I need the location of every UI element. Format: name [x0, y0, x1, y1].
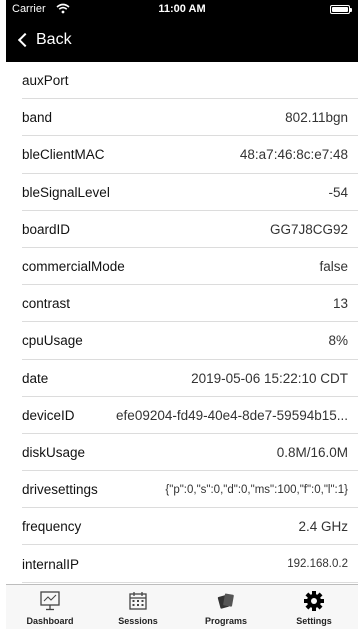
row-value: 0.8M/16.0M: [276, 444, 348, 460]
monitor-icon: [37, 590, 63, 612]
status-bar: Carrier 11:00 AM: [6, 0, 358, 20]
list-item[interactable]: cpuUsage 8%: [6, 322, 358, 360]
tab-label: Dashboard: [26, 616, 74, 626]
row-value: -54: [328, 184, 348, 200]
tab-label: Settings: [296, 616, 332, 626]
row-key: commercialMode: [22, 259, 125, 275]
row-value: 13: [332, 296, 348, 312]
row-value: 2.4 GHz: [298, 519, 348, 535]
row-value: GG7J8CG92: [269, 221, 348, 237]
tab-label: Sessions: [118, 616, 158, 626]
tab-programs[interactable]: Programs: [182, 585, 270, 629]
row-key: diskUsage: [22, 444, 86, 460]
gear-icon: [301, 590, 327, 612]
list-item[interactable]: internalIP 192.168.0.2: [6, 545, 358, 583]
phone-screen: Carrier 11:00 AM Back auxPort band 802.11…: [6, 0, 358, 629]
list-item[interactable]: frequency 2.4 GHz: [6, 508, 358, 546]
row-value: false: [319, 259, 348, 275]
row-key: date: [22, 370, 49, 386]
list-item[interactable]: band 802.11bgn: [6, 99, 358, 137]
list-item[interactable]: drivesettings {"p":0,"s":0,"d":0,"ms":100…: [6, 471, 358, 509]
list-item[interactable]: bleSignalLevel -54: [6, 174, 358, 211]
row-key: drivesettings: [22, 482, 98, 498]
row-key: band: [22, 110, 53, 126]
row-key: frequency: [22, 519, 82, 535]
row-value: 48:a7:46:8c:e7:48: [239, 147, 348, 163]
list-item[interactable]: deviceID efe09204-fd49-40e4-8de7-59594b15…: [6, 397, 358, 435]
list-item[interactable]: contrast 13: [6, 285, 358, 323]
chevron-left-icon: [17, 32, 33, 48]
row-key: cpuUsage: [22, 333, 83, 349]
list-item[interactable]: boardID GG7J8CG92: [6, 211, 358, 249]
back-button[interactable]: Back: [16, 31, 72, 49]
tab-label: Programs: [204, 616, 248, 626]
row-key: bleClientMAC: [22, 147, 105, 163]
row-value: 2019-05-06 15:22:10 CDT: [191, 370, 348, 386]
list-item[interactable]: date 2019-05-06 15:22:10 CDT: [6, 360, 358, 397]
row-value: efe09204-fd49-40e4-8de7-59594b15...: [116, 407, 348, 423]
row-key: internalIP: [22, 556, 80, 572]
row-value: {"p":0,"s":0,"d":0,"ms":100,"f":0,"l":1}: [165, 483, 348, 496]
tab-settings[interactable]: Settings: [270, 585, 358, 629]
list-item[interactable]: diskUsage 0.8M/16.0M: [6, 434, 358, 472]
row-key: bleSignalLevel: [22, 184, 110, 200]
list-item[interactable]: bleClientMAC 48:a7:46:8c:e7:48: [6, 136, 358, 174]
row-key: deviceID: [22, 407, 75, 423]
calendar-icon: [125, 590, 151, 612]
list-item[interactable]: commercialMode false: [6, 248, 358, 286]
tab-dashboard[interactable]: Dashboard: [6, 585, 94, 629]
row-value: 8%: [328, 333, 348, 349]
battery-icon: [330, 5, 352, 14]
settings-list[interactable]: auxPort band 802.11bgn bleClientMAC 48:a7:…: [6, 62, 358, 584]
row-key: auxPort: [22, 73, 69, 89]
status-time: 11:00 AM: [158, 3, 206, 15]
list-item[interactable]: auxPort: [6, 62, 358, 100]
tab-sessions[interactable]: Sessions: [94, 585, 182, 629]
tab-bar: Dashboard Sessions Programs Settings: [6, 584, 358, 629]
row-key: boardID: [22, 221, 71, 237]
row-value: 192.168.0.2: [287, 558, 348, 571]
cards-icon: [213, 590, 239, 612]
row-key: contrast: [22, 296, 71, 312]
row-value: 802.11bgn: [285, 110, 348, 126]
back-label: Back: [36, 31, 72, 48]
navigation-bar: Back: [6, 20, 358, 62]
